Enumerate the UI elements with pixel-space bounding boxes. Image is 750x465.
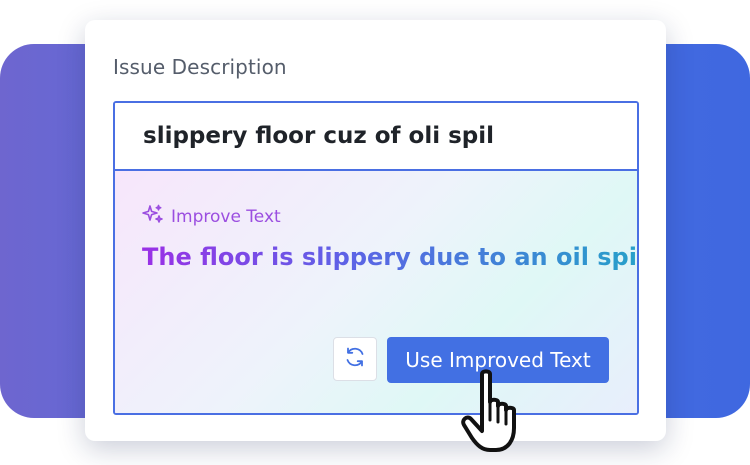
improve-text-header: Improve Text xyxy=(141,203,281,231)
issue-description-field[interactable]: slippery floor cuz of oli spil Improve T… xyxy=(113,101,639,415)
issue-card: Issue Description slippery floor cuz of … xyxy=(85,20,666,441)
hand-pointer-icon xyxy=(460,368,540,458)
refresh-icon xyxy=(343,345,367,373)
field-label: Issue Description xyxy=(113,55,287,79)
regenerate-button[interactable] xyxy=(333,337,377,381)
issue-description-input[interactable]: slippery floor cuz of oli spil xyxy=(115,103,637,171)
improve-text-panel: Improve Text The floor is slippery due t… xyxy=(115,171,637,413)
improved-text: The floor is slippery due to an oil spil… xyxy=(142,243,637,271)
sparkle-icon xyxy=(141,203,165,231)
improve-text-label: Improve Text xyxy=(171,207,281,227)
